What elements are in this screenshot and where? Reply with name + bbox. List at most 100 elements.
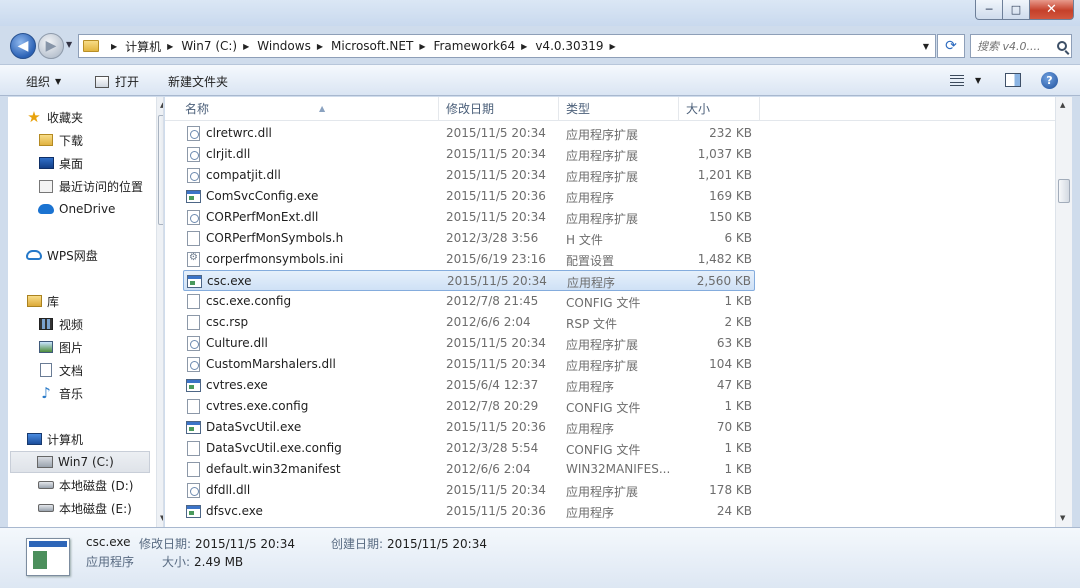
forward-button[interactable]: ▶ [38,33,64,59]
details-size: 大小: 2.49 MB [162,553,243,570]
sidebar-item-music[interactable]: ♪ 音乐 [38,382,163,404]
column-header-size[interactable]: 大小 [680,97,760,121]
scroll-up-icon[interactable]: ▲ [160,101,163,109]
file-row[interactable]: dfsvc.exe 2015/11/5 20:36 应用程序 24 KB [183,501,755,522]
file-name: CORPerfMonExt.dll [206,210,319,224]
file-row[interactable]: clretwrc.dll 2015/11/5 20:34 应用程序扩展 232 KB [183,123,755,144]
file-row[interactable]: Culture.dll 2015/11/5 20:34 应用程序扩展 63 KB [183,333,755,354]
file-size: 150 KB [709,210,752,224]
file-row[interactable]: corperfmonsymbols.ini 2015/6/19 23:16 配置设置… [183,249,755,270]
breadcrumb-separator-icon[interactable]: ▶ [167,42,173,51]
breadcrumb-separator-icon[interactable]: ▶ [111,42,117,51]
scroll-down-icon[interactable]: ▼ [160,514,163,522]
file-row[interactable]: dfdll.dll 2015/11/5 20:34 应用程序扩展 178 KB [183,480,755,501]
scrollbar-thumb[interactable] [158,115,163,225]
recent-pages-dropdown[interactable]: ▼ [66,40,72,49]
file-row[interactable]: csc.exe.config 2012/7/8 21:45 CONFIG 文件 1 K… [183,291,755,312]
back-button[interactable]: ◀ [10,33,36,59]
sidebar-item-label: 本地磁盘 (D:) [59,478,134,493]
file-type: CONFIG 文件 [566,443,641,457]
breadcrumb-separator-icon[interactable]: ▶ [317,42,323,51]
file-row[interactable]: CustomMarshalers.dll 2015/11/5 20:34 应用程序扩… [183,354,755,375]
sidebar-item-libraries[interactable]: 库 [26,290,163,312]
column-header-label: 大小 [686,102,711,116]
sidebar-item-pictures[interactable]: 图片 [38,336,163,358]
navigation-scrollbar[interactable]: ▲ ▼ [156,97,163,527]
sidebar-item-documents[interactable]: 文档 [38,359,163,381]
search-input[interactable] [977,39,1053,53]
details-size-value: 2.49 MB [194,555,244,569]
file-name: DataSvcUtil.exe [206,420,302,434]
close-button[interactable]: ✕ [1030,0,1074,20]
organize-button[interactable]: 组织 ▼ [26,73,61,90]
breadcrumb-computer[interactable]: 计算机 [125,38,161,55]
file-name: Culture.dll [206,336,268,350]
view-options-dropdown-icon[interactable]: ▼ [975,76,981,85]
file-size: 2 KB [724,315,752,329]
scroll-up-icon[interactable]: ▲ [1060,101,1065,109]
file-row[interactable]: cvtres.exe 2015/6/4 12:37 应用程序 47 KB [183,375,755,396]
breadcrumb-separator-icon[interactable]: ▶ [521,42,527,51]
file-row[interactable]: csc.rsp 2012/6/6 2:04 RSP 文件 2 KB [183,312,755,333]
file-row[interactable]: compatjit.dll 2015/11/5 20:34 应用程序扩展 1,201 … [183,165,755,186]
sidebar-item-videos[interactable]: 视频 [38,313,163,335]
sidebar-item-recent-places[interactable]: 最近访问的位置 [38,175,163,197]
file-row[interactable]: DataSvcUtil.exe.config 2012/3/28 5:54 CONF… [183,438,755,459]
preview-pane-icon[interactable] [1005,73,1021,87]
column-header-name[interactable]: 名称 ▲ [179,97,439,121]
file-list-scrollbar[interactable]: ▲ ▼ [1055,97,1072,527]
sidebar-item-desktop[interactable]: 桌面 [38,152,163,174]
help-icon[interactable]: ? [1041,72,1058,89]
breadcrumb-drive-c[interactable]: Win7 (C:) [181,39,237,53]
open-button[interactable]: 打开 [95,73,139,90]
file-type: 应用程序扩展 [566,149,639,163]
scrollbar-thumb[interactable] [1058,179,1070,203]
file-row[interactable]: ComSvcConfig.exe 2015/11/5 20:36 应用程序 169 K… [183,186,755,207]
column-header-type[interactable]: 类型 [560,97,679,121]
sidebar-item-downloads[interactable]: 下载 [38,129,163,151]
file-row[interactable]: CORPerfMonSymbols.h 2012/3/28 3:56 H 文件 6 K… [183,228,755,249]
maximize-button[interactable]: □ [1003,0,1030,20]
address-dropdown-icon[interactable]: ▼ [923,42,929,51]
file-row[interactable]: default.win32manifest 2012/6/6 2:04 WIN32M… [183,459,755,480]
file-size: 1 KB [724,294,752,308]
breadcrumb-windows[interactable]: Windows [257,39,311,53]
breadcrumb-v4[interactable]: v4.0.30319 [535,39,603,53]
sidebar-item-drive-c[interactable]: Win7 (C:) [10,451,150,473]
search-box[interactable] [970,34,1072,58]
file-row[interactable]: DataSvcUtil.exe 2015/11/5 20:36 应用程序 70 KB [183,417,755,438]
sidebar-item-wps-drive[interactable]: WPS网盘 [26,244,163,266]
sidebar-item-drive-d[interactable]: 本地磁盘 (D:) [38,474,163,496]
sidebar-item-computer[interactable]: 计算机 [26,428,163,450]
file-icon [187,462,200,477]
application-file-icon [187,275,202,288]
breadcrumb-separator-icon[interactable]: ▶ [243,42,249,51]
breadcrumb-framework64[interactable]: Framework64 [433,39,515,53]
sidebar-item-onedrive[interactable]: OneDrive [38,198,163,220]
sidebar-item-label: 视频 [59,317,84,332]
title-bar: ─ □ ✕ [0,0,1080,26]
change-view-icon[interactable] [950,75,964,86]
file-row[interactable]: clrjit.dll 2015/11/5 20:34 应用程序扩展 1,037 KB [183,144,755,165]
breadcrumb-separator-icon[interactable]: ▶ [610,42,616,51]
breadcrumb-separator-icon[interactable]: ▶ [419,42,425,51]
folder-icon [83,40,99,52]
file-type: CONFIG 文件 [566,401,641,415]
refresh-button[interactable]: ⟳ [937,34,965,58]
new-folder-button[interactable]: 新建文件夹 [168,73,228,90]
file-row[interactable]: csc.exe 2015/11/5 20:34 应用程序 2,560 KB [183,270,755,291]
minimize-button[interactable]: ─ [975,0,1003,20]
sidebar-item-drive-e[interactable]: 本地磁盘 (E:) [38,497,163,519]
search-icon[interactable] [1057,41,1067,51]
file-size: 47 KB [716,378,752,392]
address-bar[interactable]: ▶ 计算机 ▶ Win7 (C:) ▶ Windows ▶ Microsoft.… [78,34,936,58]
breadcrumb-microsoft-net[interactable]: Microsoft.NET [331,39,413,53]
file-icon [187,231,200,246]
file-type: WIN32MANIFES... [566,462,671,476]
sidebar-item-favorites[interactable]: ★ 收藏夹 [26,106,163,128]
scroll-down-icon[interactable]: ▼ [1060,514,1065,522]
file-modified-date: 2012/3/28 3:56 [446,231,539,245]
file-row[interactable]: CORPerfMonExt.dll 2015/11/5 20:34 应用程序扩展 15… [183,207,755,228]
column-header-date[interactable]: 修改日期 [440,97,559,121]
file-row[interactable]: cvtres.exe.config 2012/7/8 20:29 CONFIG 文件… [183,396,755,417]
